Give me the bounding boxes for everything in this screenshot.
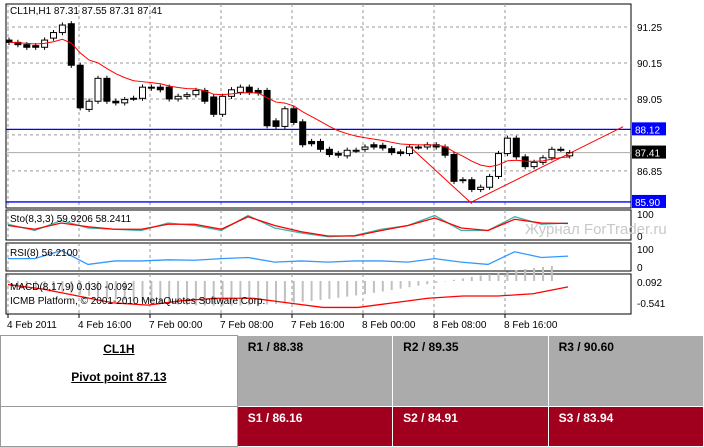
candle (58, 24, 66, 34)
symbol-cell: CL1H Pivot point 87.13 (0, 335, 238, 407)
x-tick-label: 8 Feb 16:00 (504, 320, 558, 331)
candle (85, 100, 93, 110)
candle (361, 146, 369, 150)
rsi-tick-100: 100 (637, 245, 654, 256)
candle (486, 175, 494, 188)
candle (156, 86, 164, 91)
candle (76, 64, 84, 109)
candle (317, 140, 324, 150)
y-tick-label: 89.05 (637, 95, 662, 106)
x-tick-label: 4 Feb 2011 (7, 320, 57, 331)
x-tick-label: 4 Feb 16:00 (78, 320, 132, 331)
candle (325, 148, 333, 156)
r3-cell: R3 / 90.60 (547, 335, 704, 407)
level-label: 85.90 (635, 198, 660, 209)
x-tick-label: 7 Feb 16:00 (291, 320, 345, 331)
candle (557, 148, 565, 151)
copyright: ICMB Platform, © 2001-2010 MetaQuotes So… (10, 296, 265, 307)
symbol: CL1H (103, 342, 135, 356)
candle (112, 100, 120, 104)
candle (370, 144, 378, 148)
candle (130, 97, 138, 100)
candle (334, 153, 342, 156)
candle (147, 86, 155, 89)
s3-cell: S3 / 83.94 (547, 406, 704, 447)
candle (343, 149, 351, 157)
candle (477, 186, 485, 191)
candle (236, 86, 244, 93)
candle (192, 89, 200, 96)
macd-tick-top: 0.092 (637, 278, 662, 289)
candle (210, 96, 218, 115)
pivot-table: CL1H Pivot point 87.13 R1 / 88.38 R2 / 8… (0, 335, 704, 447)
chart-title: CL1H,H1 87.31 87.55 87.31 87.41 (10, 6, 163, 17)
x-tick-label: 8 Feb 08:00 (433, 320, 487, 331)
candle (228, 89, 235, 97)
sto-label: Sto(8,3,3) 59.9206 58.2411 (10, 214, 131, 225)
candle (219, 95, 227, 115)
macd-label: MACD(8,17,9) 0.030 -0.092 (10, 282, 133, 293)
s2-cell: S2 / 84.91 (392, 406, 549, 447)
candle (121, 99, 129, 104)
r2-cell: R2 / 89.35 (392, 335, 549, 407)
candle (94, 77, 102, 102)
x-tick-label: 7 Feb 00:00 (149, 320, 203, 331)
sto-tick-100: 100 (637, 210, 654, 221)
candle (50, 32, 57, 39)
watermark: Журнал ForTrader.ru (525, 221, 667, 238)
candle (450, 154, 458, 182)
candle (183, 94, 191, 97)
rsi-label: RSI(8) 56.2100 (10, 248, 78, 259)
candle (459, 179, 467, 182)
y-tick-label: 90.15 (637, 59, 662, 70)
macd-panel (5, 273, 632, 315)
candle (548, 148, 556, 159)
candle (67, 23, 75, 66)
price-chart[interactable]: 91.25 90.15 89.05 86.85 4 Feb 2011 4 Feb 16:0… (0, 0, 704, 335)
x-tick-label: 7 Feb 08:00 (220, 320, 274, 331)
candle (530, 161, 538, 168)
pivot-point: Pivot point 87.13 (71, 370, 167, 384)
candle (281, 108, 289, 127)
candle (165, 86, 173, 100)
candle (352, 149, 360, 152)
candle (379, 144, 387, 149)
current-price-label: 87.41 (635, 149, 660, 160)
candle (174, 95, 182, 100)
candle (245, 86, 253, 93)
empty-cell (0, 406, 238, 447)
candle (512, 137, 520, 158)
rsi-tick-0: 0 (637, 263, 643, 274)
candle (468, 179, 476, 191)
sto-tick-0: 0 (637, 232, 643, 243)
candle (263, 89, 271, 127)
candle (388, 148, 396, 154)
y-tick-label: 86.85 (637, 167, 662, 178)
candle (503, 137, 511, 155)
level-label: 88.12 (635, 125, 660, 136)
main-panel (5, 3, 632, 209)
r1-cell: R1 / 88.38 (236, 335, 394, 407)
candle (272, 120, 280, 127)
candle (139, 86, 146, 99)
s1-cell: S1 / 86.16 (236, 406, 394, 447)
y-tick-label: 91.25 (637, 23, 662, 34)
candle (299, 121, 307, 146)
candle (23, 44, 31, 48)
macd-tick-bottom: -0.541 (637, 299, 666, 310)
candle (103, 77, 111, 102)
x-tick-label: 8 Feb 00:00 (362, 320, 416, 331)
candle (414, 146, 422, 149)
candle (397, 151, 405, 155)
candle (521, 156, 529, 168)
candle (308, 140, 316, 145)
candle (290, 108, 298, 123)
candle (32, 45, 40, 48)
